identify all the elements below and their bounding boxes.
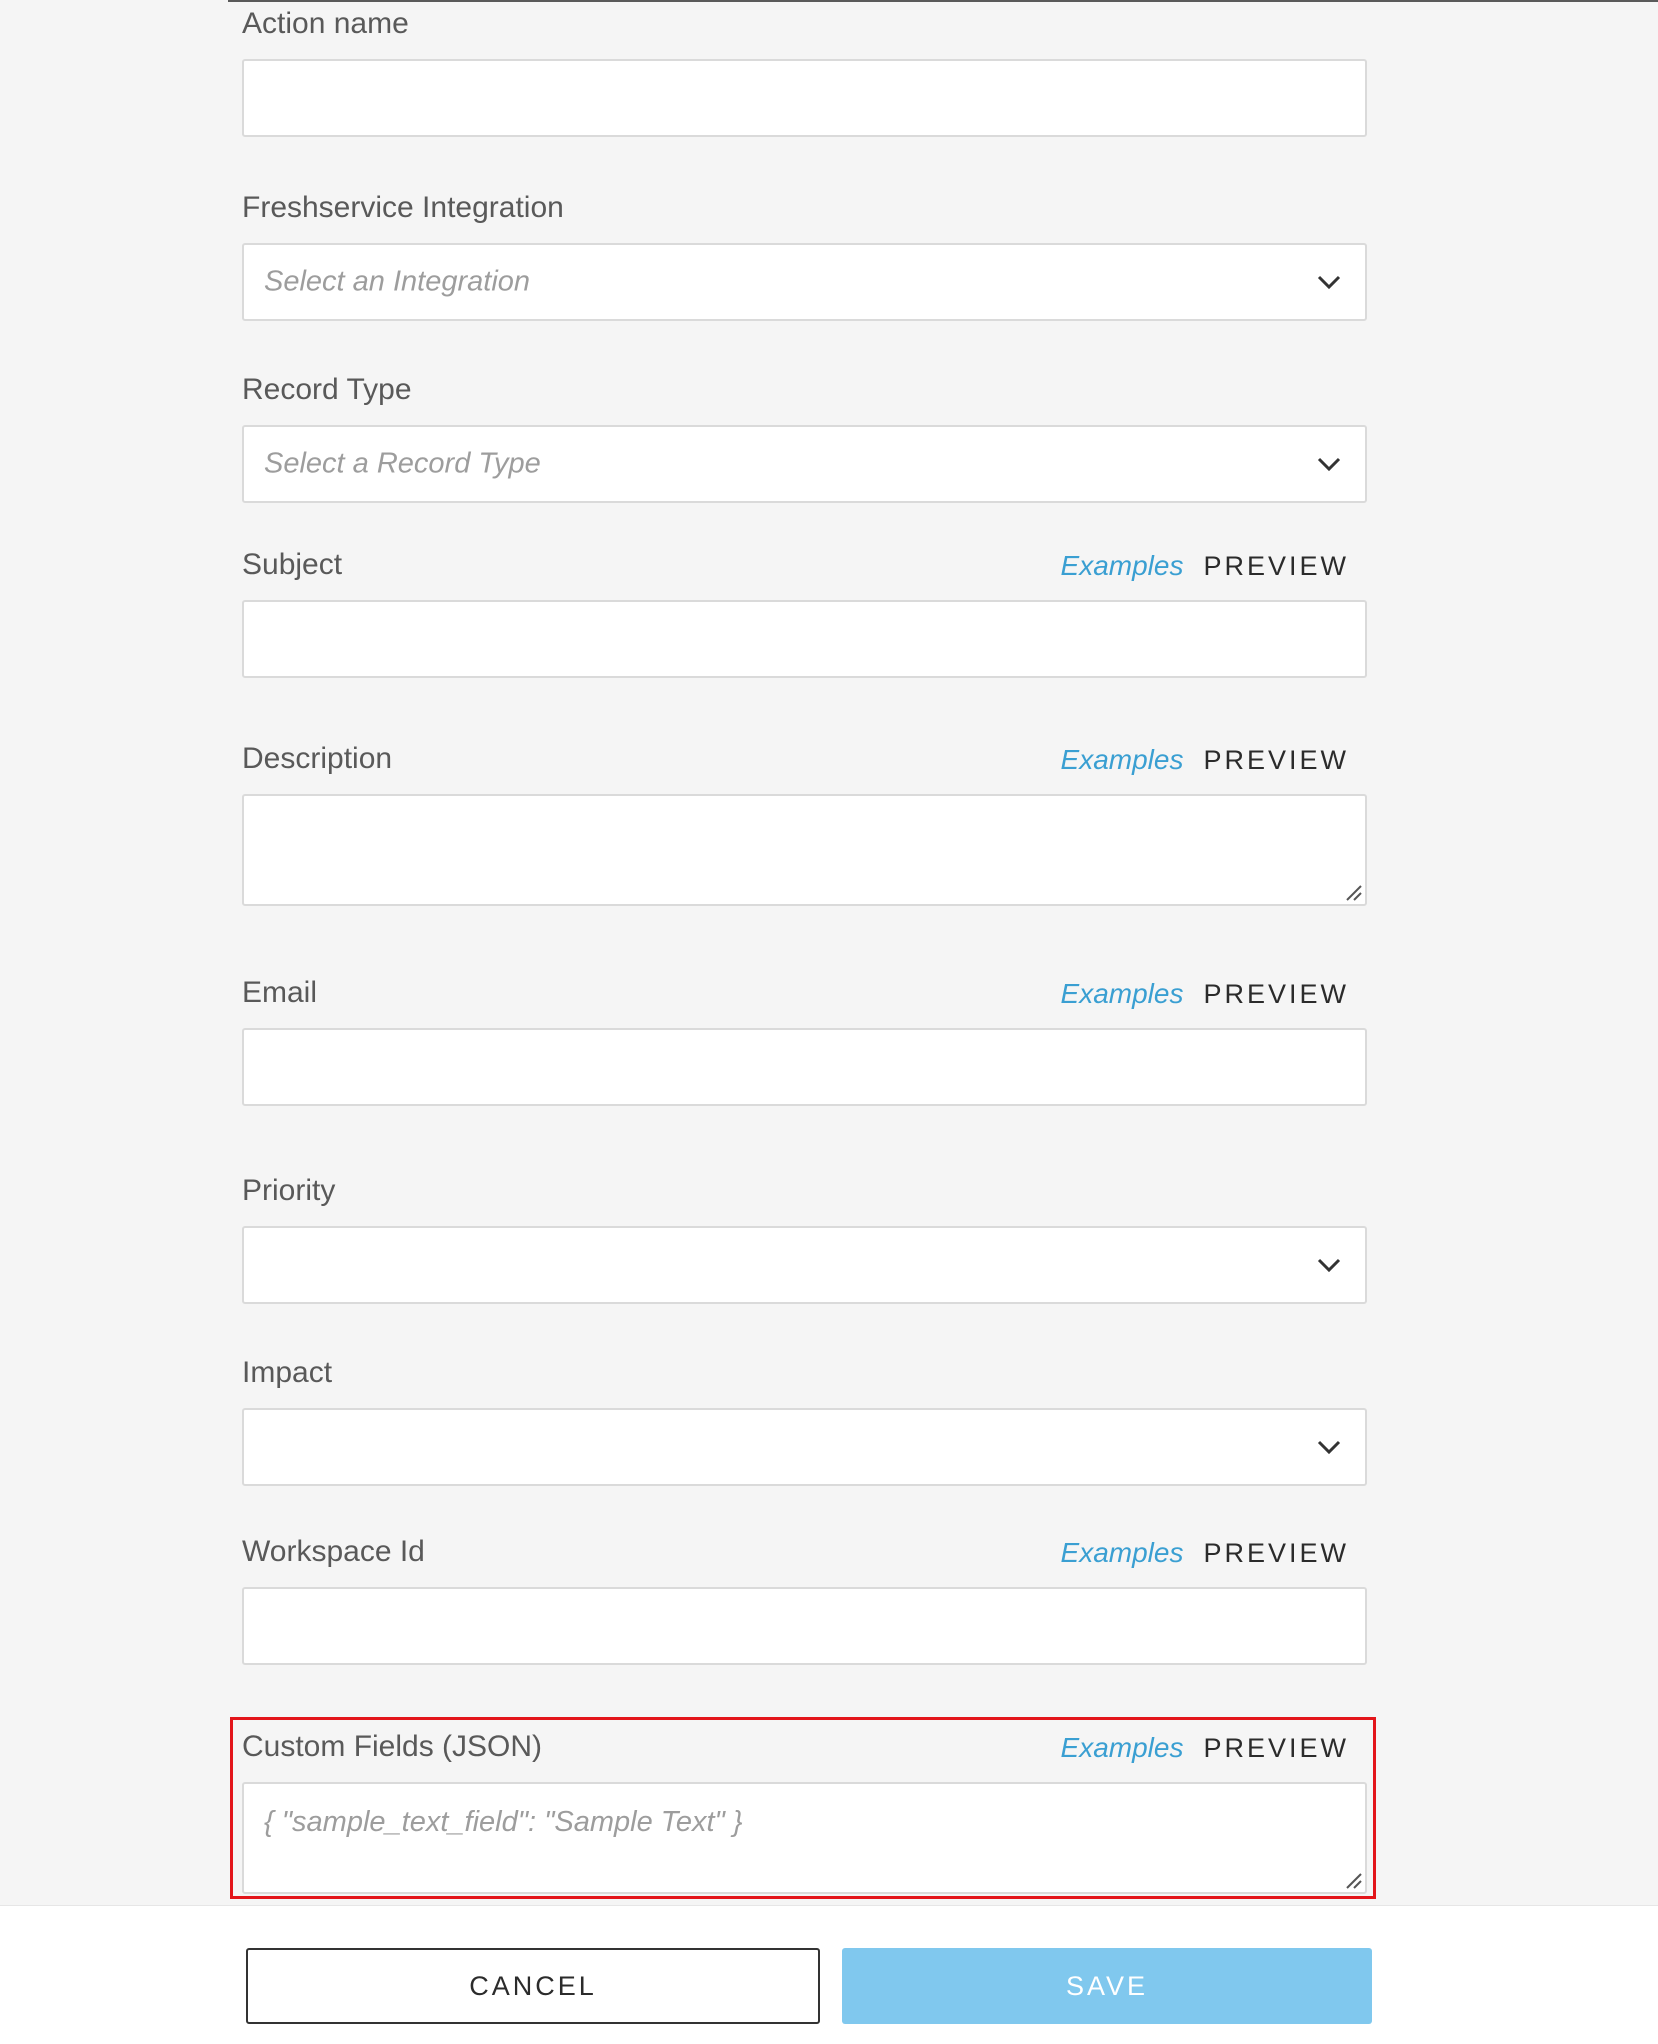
- action-name-label: Action name: [242, 7, 409, 40]
- workspace-id-preview-button[interactable]: PREVIEW: [1203, 1538, 1349, 1569]
- impact-select[interactable]: [242, 1408, 1367, 1486]
- description-preview-button[interactable]: PREVIEW: [1203, 745, 1349, 776]
- resize-grip-icon[interactable]: [1343, 882, 1363, 902]
- workspace-id-label: Workspace Id: [242, 1535, 425, 1568]
- record-type-label: Record Type: [242, 373, 412, 406]
- integration-select[interactable]: Select an Integration: [242, 243, 1367, 321]
- description-examples-link[interactable]: Examples: [1061, 744, 1184, 776]
- email-field: Email Examples PREVIEW: [242, 974, 1367, 1106]
- footer-bar: CANCEL SAVE: [0, 1905, 1658, 2044]
- chevron-down-icon: [1317, 457, 1341, 472]
- subject-preview-button[interactable]: PREVIEW: [1203, 551, 1349, 582]
- priority-select[interactable]: [242, 1226, 1367, 1304]
- email-preview-button[interactable]: PREVIEW: [1203, 979, 1349, 1010]
- action-name-input[interactable]: [242, 59, 1367, 137]
- cancel-button[interactable]: CANCEL: [246, 1948, 820, 2024]
- email-label: Email: [242, 976, 318, 1009]
- subject-examples-link[interactable]: Examples: [1061, 550, 1184, 582]
- action-name-field: Action name: [242, 5, 1367, 137]
- subject-input[interactable]: [242, 600, 1367, 678]
- highlight-box: [230, 1717, 1376, 1899]
- workspace-id-input[interactable]: [242, 1587, 1367, 1665]
- integration-field: Freshservice Integration Select an Integ…: [242, 189, 1367, 321]
- save-button[interactable]: SAVE: [842, 1948, 1372, 2024]
- description-textarea[interactable]: [242, 794, 1367, 906]
- record-type-placeholder: Select a Record Type: [264, 447, 541, 480]
- integration-placeholder: Select an Integration: [264, 265, 531, 298]
- chevron-down-icon: [1317, 275, 1341, 290]
- email-input[interactable]: [242, 1028, 1367, 1106]
- workspace-id-field: Workspace Id Examples PREVIEW: [242, 1533, 1367, 1665]
- workspace-id-examples-link[interactable]: Examples: [1061, 1537, 1184, 1569]
- chevron-down-icon: [1317, 1258, 1341, 1273]
- priority-label: Priority: [242, 1174, 336, 1207]
- impact-field: Impact: [242, 1354, 1367, 1486]
- subject-label: Subject: [242, 548, 343, 581]
- priority-field: Priority: [242, 1172, 1367, 1304]
- impact-label: Impact: [242, 1356, 333, 1389]
- email-examples-link[interactable]: Examples: [1061, 978, 1184, 1010]
- top-divider: [228, 0, 1658, 2]
- record-type-field: Record Type Select a Record Type: [242, 371, 1367, 503]
- chevron-down-icon: [1317, 1440, 1341, 1455]
- description-label: Description: [242, 742, 393, 775]
- integration-label: Freshservice Integration: [242, 191, 564, 224]
- subject-field: Subject Examples PREVIEW: [242, 546, 1367, 678]
- description-field: Description Examples PREVIEW: [242, 740, 1367, 906]
- record-type-select[interactable]: Select a Record Type: [242, 425, 1367, 503]
